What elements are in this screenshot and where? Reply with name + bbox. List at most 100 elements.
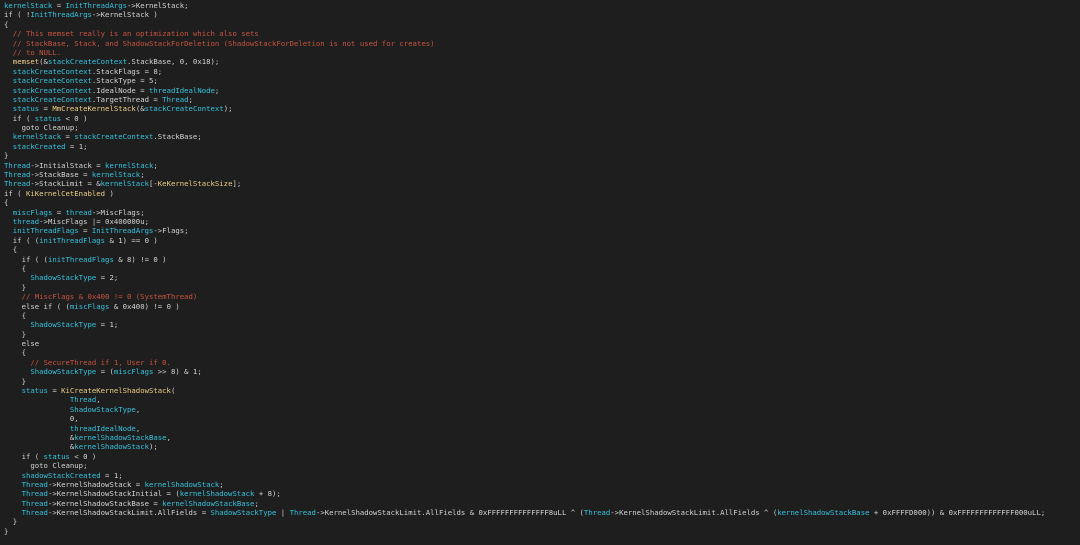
code-text: { <box>4 198 9 208</box>
code-line[interactable]: Thread->KernelShadowStackBase = kernelSh… <box>4 499 1045 508</box>
code-line[interactable]: stackCreateContext.IdealNode = threadIde… <box>4 86 1045 95</box>
code-line[interactable]: thread->MiscFlags |= 0x400000u; <box>4 217 1045 226</box>
code-line[interactable]: else <box>4 339 1045 348</box>
code-line[interactable]: Thread->KernelShadowStackLimit.AllFields… <box>4 508 1046 518</box>
code-line[interactable]: stackCreateContext.StackFlags = 8; <box>4 67 1045 76</box>
identifier: Thread <box>21 479 48 489</box>
code-line[interactable]: Thread->KernelShadowStack = kernelShadow… <box>4 480 1045 489</box>
code-line[interactable]: if ( KiKernelCetEnabled ) <box>4 189 1045 198</box>
code-text: ; <box>214 85 220 95</box>
identifier: ShadowStackType <box>30 367 97 377</box>
code-line[interactable]: if ( status < 0 ) <box>4 114 1045 123</box>
code-text: < 0 ) <box>69 451 97 461</box>
code-line[interactable]: { <box>4 311 1045 320</box>
comment: // SecureThread if 1, User if 0. <box>4 357 171 367</box>
code-line[interactable]: stackCreateContext.StackType = 5; <box>4 76 1045 85</box>
code-line[interactable]: kernelStack = InitThreadArgs->KernelStac… <box>4 1 1045 10</box>
code-text: if ( ( <box>4 235 40 245</box>
code-line[interactable]: ShadowStackType = 1; <box>4 320 1045 329</box>
code-line[interactable]: ShadowStackType = 2; <box>4 273 1045 282</box>
code-text: = <box>39 104 53 114</box>
identifier: shadowStackCreated <box>21 470 101 480</box>
identifier: miscFlags <box>69 301 110 311</box>
code-line[interactable]: // MiscFlags & 0x400 != 0 (SystemThread) <box>4 292 1045 301</box>
code-line[interactable]: initThreadFlags = InitThreadArgs->Flags; <box>4 226 1045 235</box>
code-line[interactable]: &kernelShadowStackBase, <box>4 433 1045 442</box>
identifier: Thread <box>21 498 48 508</box>
identifier: stackCreateContext <box>47 57 128 67</box>
code-line[interactable]: Thread->InitialStack = kernelStack; <box>4 161 1045 170</box>
code-line[interactable]: } <box>4 151 1045 160</box>
code-text: if ( <box>4 188 26 198</box>
code-line[interactable]: if ( (initThreadFlags & 8) != 0 ) <box>4 255 1045 264</box>
identifier: ShadowStackType <box>30 273 97 283</box>
code-line[interactable]: else if ( (miscFlags & 0x400) != 0 ) <box>4 302 1045 311</box>
code-line[interactable]: goto Cleanup; <box>4 461 1045 470</box>
code-line[interactable]: } <box>4 330 1045 339</box>
code-line[interactable]: goto Cleanup; <box>4 123 1045 132</box>
code-line[interactable]: { <box>4 245 1045 254</box>
code-line[interactable]: Thread->KernelShadowStackInitial = (kern… <box>4 489 1045 498</box>
code-line[interactable]: // StackBase, Stack, and ShadowStackForD… <box>4 39 1045 48</box>
code-line[interactable]: stackCreated = 1; <box>4 142 1045 151</box>
identifier: stackCreateContext <box>12 85 92 95</box>
code-line[interactable]: ShadowStackType, <box>4 405 1045 414</box>
code-line[interactable]: Thread, <box>4 395 1045 404</box>
code-line[interactable]: status = MmCreateKernelStack(&stackCreat… <box>4 104 1045 113</box>
code-line[interactable]: // This memset really is an optimization… <box>4 29 1045 38</box>
code-line[interactable]: } <box>4 283 1045 292</box>
code-text: = <box>52 207 66 217</box>
code-line[interactable]: { <box>4 20 1045 29</box>
identifier: kernelShadowStack <box>74 442 149 452</box>
code-text: | <box>276 508 290 518</box>
code-text: { <box>4 348 26 358</box>
code-line[interactable]: } <box>4 377 1045 386</box>
code-line[interactable]: kernelStack = stackCreateContext.StackBa… <box>4 132 1045 141</box>
code-text: ( <box>170 386 176 396</box>
code-text: } <box>4 282 26 292</box>
code-text: , <box>135 404 141 414</box>
code-line[interactable]: if ( status < 0 ) <box>4 452 1045 461</box>
code-line[interactable]: { <box>4 348 1045 357</box>
code-line[interactable]: Thread->StackLimit = &kernelStack[-KeKer… <box>4 179 1045 188</box>
code-text: ->KernelShadowStack = <box>47 479 145 489</box>
code-line[interactable]: shadowStackCreated = 1; <box>4 471 1045 480</box>
code-line[interactable]: ShadowStackType = (miscFlags >> 8) & 1; <box>4 367 1045 376</box>
code-text: } <box>4 526 9 536</box>
code-text: else <box>4 339 40 349</box>
code-text: , <box>96 395 101 405</box>
code-line[interactable]: threadIdealNode, <box>4 424 1045 433</box>
code-text: ->StackLimit = & <box>30 179 101 189</box>
code-text: ; <box>254 498 259 508</box>
code-line[interactable]: status = KiCreateKernelShadowStack( <box>4 386 1045 395</box>
code-line[interactable]: if ( (initThreadFlags & 1) == 0 ) <box>4 236 1045 245</box>
code-text: & 1) == 0 ) <box>105 235 158 245</box>
code-line[interactable]: { <box>4 264 1045 273</box>
code-line[interactable]: 0, <box>4 414 1045 423</box>
code-line[interactable]: Thread->StackBase = kernelStack; <box>4 170 1045 179</box>
code-text: { <box>4 245 18 255</box>
identifier: InitThreadArgs <box>65 1 128 10</box>
code-text: ->Flags; <box>153 226 189 236</box>
code-line[interactable]: // SecureThread if 1, User if 0. <box>4 358 1045 367</box>
code-line[interactable]: memset(&stackCreateContext.StackBase, 0,… <box>4 57 1045 66</box>
identifier: Thread <box>4 170 31 180</box>
code-editor[interactable]: kernelStack = InitThreadArgs->KernelStac… <box>4 1 1045 536</box>
identifier: kernelStack <box>4 1 53 10</box>
code-line[interactable]: // to NULL. <box>4 48 1045 57</box>
code-line[interactable]: } <box>4 517 1045 526</box>
code-text: = 1; <box>96 320 119 330</box>
code-line[interactable]: { <box>4 198 1045 207</box>
code-line[interactable]: stackCreateContext.TargetThread = Thread… <box>4 95 1045 104</box>
code-line[interactable]: if ( !InitThreadArgs->KernelStack ) <box>4 10 1045 19</box>
code-line[interactable]: miscFlags = thread->MiscFlags; <box>4 208 1045 217</box>
code-line[interactable]: } <box>4 527 1045 536</box>
code-line[interactable]: &kernelShadowStack); <box>4 442 1045 451</box>
code-text: ->MiscFlags |= 0x400000u; <box>39 216 149 226</box>
identifier: threadIdealNode <box>69 423 136 433</box>
